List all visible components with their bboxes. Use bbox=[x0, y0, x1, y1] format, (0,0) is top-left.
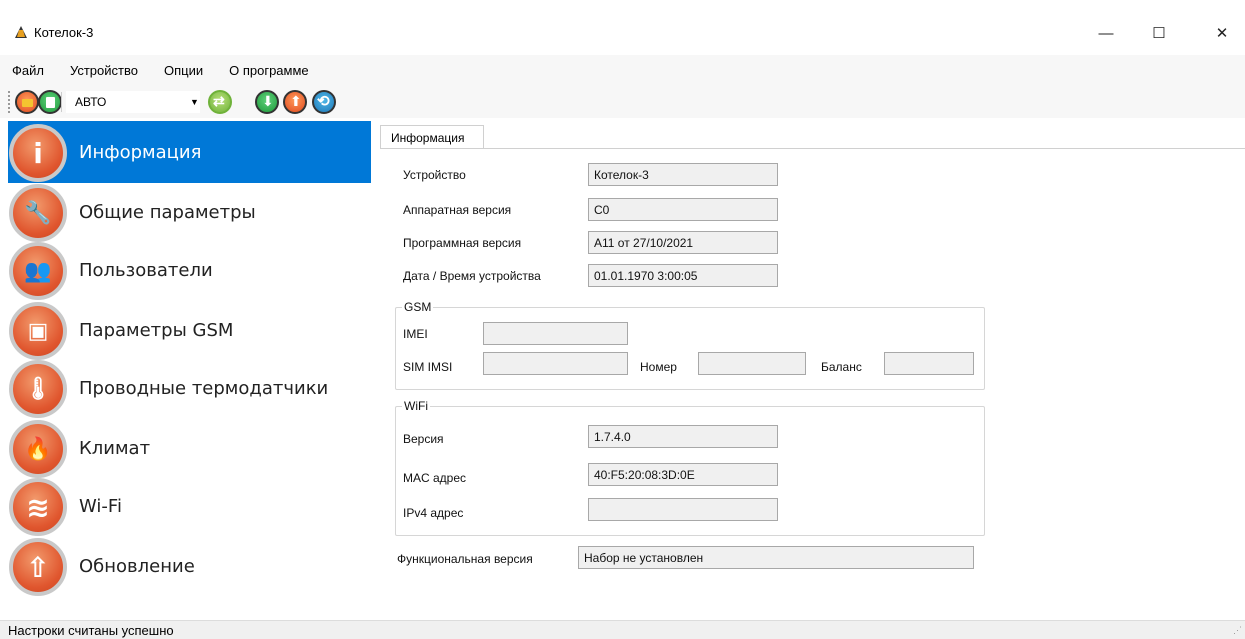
wifi-legend: WiFi bbox=[404, 399, 428, 413]
sidebar-item-gsm[interactable]: ▣ Параметры GSM bbox=[8, 299, 371, 361]
ipv4-field[interactable] bbox=[588, 498, 778, 521]
app-logo-icon bbox=[15, 26, 27, 38]
sidebar-item-label: Wi-Fi bbox=[79, 496, 122, 517]
minimize-icon: — bbox=[1098, 24, 1114, 42]
close-button[interactable]: ✕ bbox=[1199, 14, 1245, 52]
window-title: Котелок-3 bbox=[34, 25, 94, 40]
update-arrow-icon: ⇧ bbox=[9, 538, 67, 596]
wrench-icon: 🔧 bbox=[9, 184, 67, 242]
sidebar-item-climate[interactable]: 🔥 Климат bbox=[8, 417, 371, 479]
refresh-icon[interactable] bbox=[312, 90, 336, 114]
sim-card-icon: ▣ bbox=[9, 302, 67, 360]
maximize-icon: ☐ bbox=[1152, 25, 1166, 42]
close-icon: ✕ bbox=[1215, 25, 1229, 42]
sim-imsi-field[interactable] bbox=[483, 352, 628, 375]
functional-version-label: Функциональная версия bbox=[397, 552, 533, 566]
wifi-icon: ≋ bbox=[9, 478, 67, 536]
sync-icon[interactable] bbox=[208, 90, 232, 114]
imei-field[interactable] bbox=[483, 322, 628, 345]
toolbar: АВТО ▼ bbox=[0, 85, 1245, 118]
sidebar-item-users[interactable]: 👥 Пользователи bbox=[8, 239, 371, 301]
wifi-version-field[interactable]: 1.7.4.0 bbox=[588, 425, 778, 448]
gsm-group: GSM bbox=[395, 300, 985, 390]
sidebar-item-label: Проводные термодатчики bbox=[79, 378, 329, 399]
sidebar-item-update[interactable]: ⇧ Обновление bbox=[8, 535, 371, 597]
sidebar-item-label: Пользователи bbox=[79, 260, 213, 281]
thermometer-icon: 🌡 bbox=[9, 360, 67, 418]
upload-icon[interactable] bbox=[283, 90, 307, 114]
save-icon[interactable] bbox=[38, 90, 62, 114]
sw-version-field[interactable]: A11 от 27/10/2021 bbox=[588, 231, 778, 254]
sidebar-item-wifi[interactable]: ≋ Wi-Fi bbox=[8, 475, 371, 537]
resize-grip-icon[interactable]: ⋰ bbox=[1233, 625, 1242, 636]
wifi-version-label: Версия bbox=[403, 432, 444, 446]
status-text: Настроки считаны успешно bbox=[8, 623, 174, 638]
number-field[interactable] bbox=[698, 352, 806, 375]
device-field[interactable]: Котелок-3 bbox=[588, 163, 778, 186]
toolbar-grip[interactable] bbox=[8, 91, 11, 113]
tab-info[interactable]: Информация bbox=[380, 125, 484, 149]
open-folder-icon[interactable] bbox=[15, 90, 39, 114]
balance-field[interactable] bbox=[884, 352, 974, 375]
maximize-button[interactable]: ☐ bbox=[1136, 14, 1182, 52]
hw-version-label: Аппаратная версия bbox=[403, 203, 512, 217]
flame-icon: 🔥 bbox=[9, 420, 67, 478]
balance-label: Баланс bbox=[821, 360, 862, 374]
number-label: Номер bbox=[640, 360, 677, 374]
mac-label: MAC адрес bbox=[403, 471, 467, 485]
info-icon: i bbox=[9, 124, 67, 182]
datetime-label: Дата / Время устройства bbox=[403, 269, 541, 283]
mac-field[interactable]: 40:F5:20:08:3D:0E bbox=[588, 463, 778, 486]
functional-version-field[interactable]: Набор не установлен bbox=[578, 546, 974, 569]
tab-strip: Информация bbox=[380, 125, 1245, 149]
device-label: Устройство bbox=[403, 168, 466, 182]
menu-bar: Файл Устройство Опции О программе bbox=[0, 55, 1245, 85]
download-icon[interactable] bbox=[255, 90, 279, 114]
ipv4-label: IPv4 адрес bbox=[403, 506, 464, 520]
sidebar-item-general[interactable]: 🔧 Общие параметры bbox=[8, 181, 371, 243]
hw-version-field[interactable]: C0 bbox=[588, 198, 778, 221]
sim-imsi-label: SIM IMSI bbox=[403, 360, 453, 374]
minimize-button[interactable]: — bbox=[1083, 14, 1129, 52]
gsm-legend: GSM bbox=[404, 300, 432, 314]
info-panel: Устройство Котелок-3 Аппаратная версия C… bbox=[380, 148, 1245, 610]
status-bar: Настроки считаны успешно ⋰ bbox=[0, 620, 1245, 639]
sw-version-label: Программная версия bbox=[403, 236, 522, 250]
imei-label: IMEI bbox=[403, 327, 428, 341]
sidebar-nav: i Информация 🔧 Общие параметры 👥 Пользов… bbox=[8, 121, 371, 611]
title-bar: Котелок-3 — ☐ ✕ bbox=[0, 0, 1245, 55]
sidebar-item-label: Параметры GSM bbox=[79, 320, 234, 341]
users-icon: 👥 bbox=[9, 242, 67, 300]
datetime-field[interactable]: 01.01.1970 3:00:05 bbox=[588, 264, 778, 287]
menu-file[interactable]: Файл bbox=[12, 63, 44, 78]
toolbar-separator bbox=[61, 92, 62, 112]
sidebar-item-thermosensors[interactable]: 🌡 Проводные термодатчики bbox=[8, 357, 371, 419]
mode-select[interactable]: АВТО bbox=[66, 91, 200, 113]
menu-options[interactable]: Опции bbox=[164, 63, 203, 78]
menu-device[interactable]: Устройство bbox=[70, 63, 138, 78]
sidebar-item-label: Информация bbox=[79, 142, 202, 163]
sidebar-item-label: Обновление bbox=[79, 556, 195, 577]
sidebar-item-info[interactable]: i Информация bbox=[8, 121, 371, 183]
sidebar-item-label: Общие параметры bbox=[79, 202, 256, 223]
menu-about[interactable]: О программе bbox=[229, 63, 309, 78]
sidebar-item-label: Климат bbox=[79, 438, 151, 459]
chevron-down-icon[interactable]: ▼ bbox=[190, 97, 199, 107]
